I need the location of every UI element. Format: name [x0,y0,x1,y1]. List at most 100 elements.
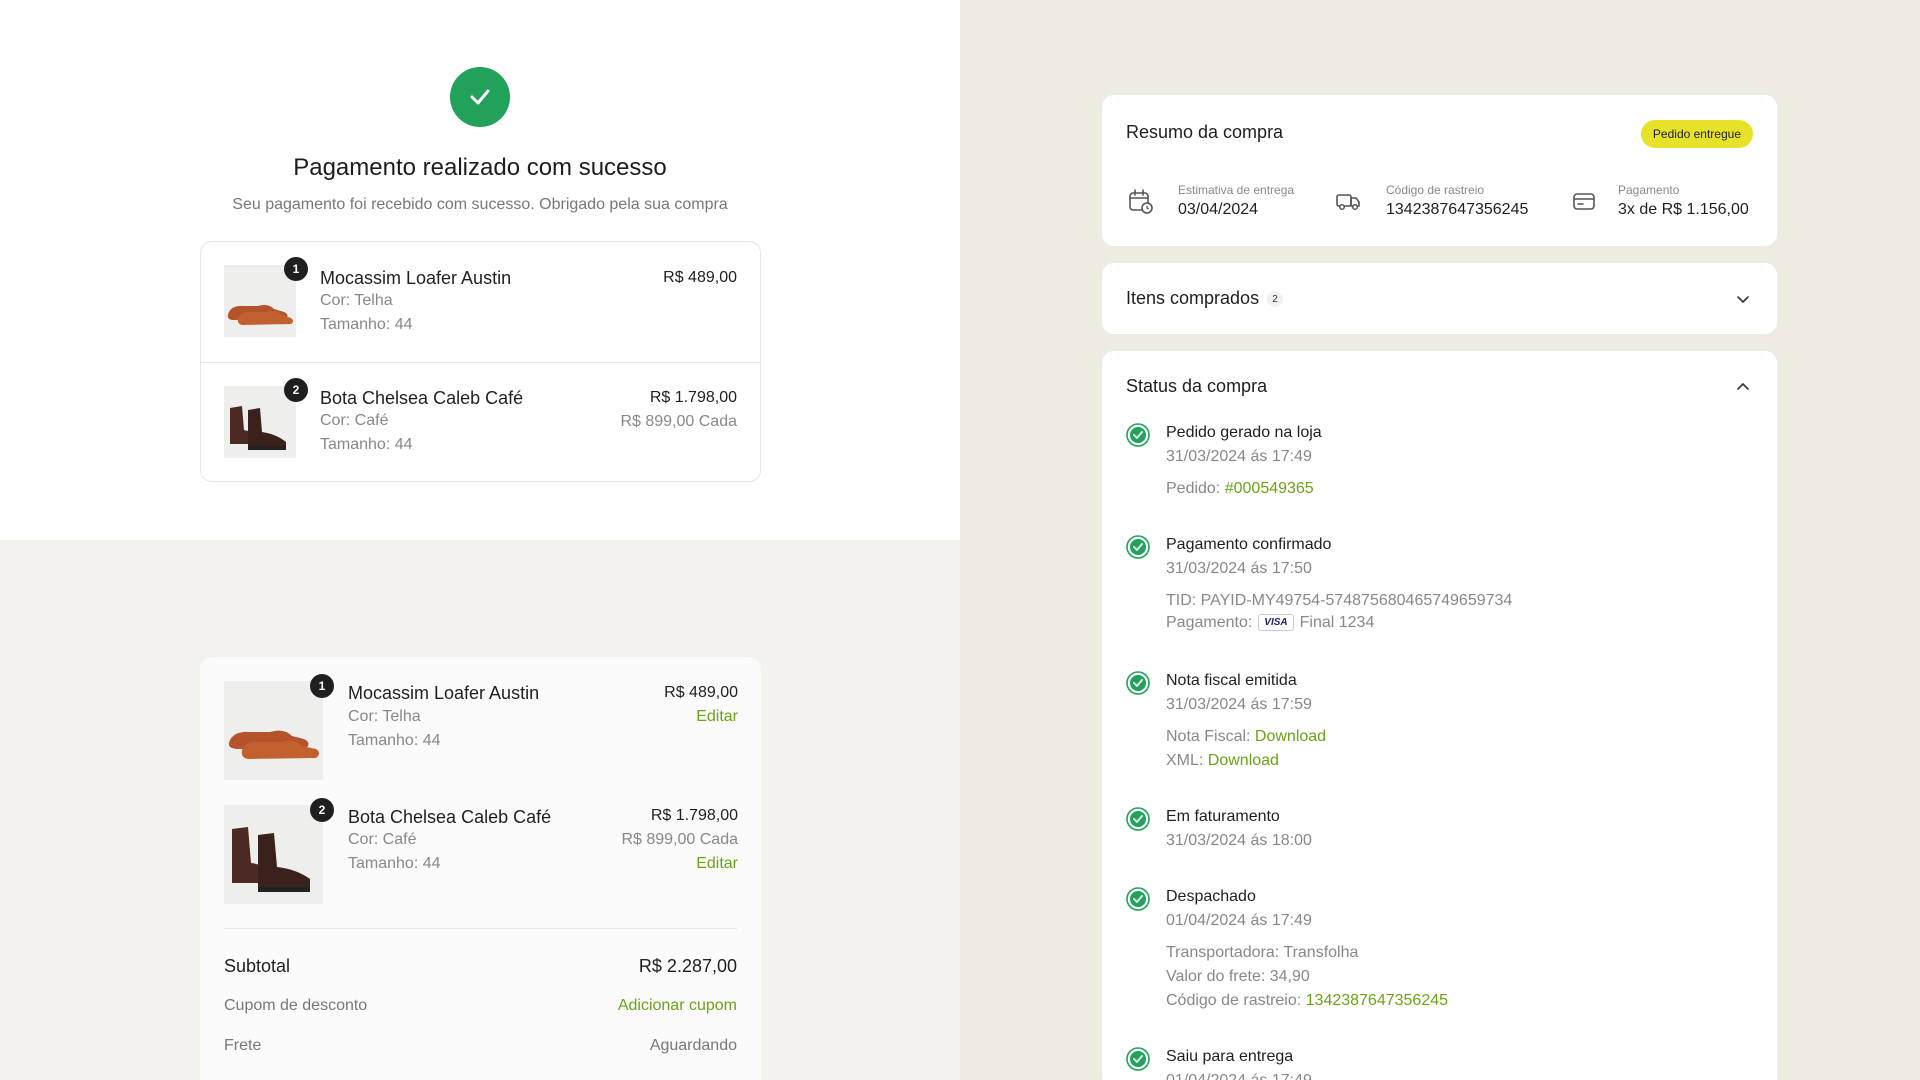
status-panel-title: Status da compra [1126,376,1268,396]
coupon-label: Cupom de desconto [224,997,368,1014]
items-panel-title: Itens comprados 2 [1126,288,1284,309]
quantity-badge: 1 [284,257,308,281]
subtotal-value: R$ 2.287,00 [638,956,737,976]
xml-line: XML: Download [1166,752,1279,770]
tracking-line-label: Código de rastreio: [1166,992,1302,1009]
product-color: Cor: Telha [348,708,421,725]
step-title: Nota fiscal emitida [1166,672,1297,689]
step-date: 01/04/2024 ás 17:49 [1166,912,1312,929]
step-title: Saiu para entrega [1166,1048,1294,1065]
product-size: Tamanho: 44 [348,732,441,749]
confirmation-section: Pagamento realizado com sucesso Seu paga… [0,0,960,540]
step-check-icon [1126,423,1150,447]
shipping-label: Frete [224,1037,262,1054]
purchase-summary-card: Resumo da compra Pedido entregue Estimat… [1102,95,1777,246]
chevron-down-icon[interactable] [1735,291,1751,307]
product-color: Cor: Telha [320,292,393,309]
add-coupon-button[interactable]: Adicionar cupom [618,997,737,1015]
truck-icon [1336,194,1360,211]
product-name: Bota Chelsea Caleb Café [348,807,552,827]
product-color: Cor: Café [320,412,389,429]
visa-icon: VISA [1258,614,1294,632]
order-number-label: Pedido: [1166,480,1221,497]
quantity-badge: 2 [284,378,308,402]
purchased-items-accordion[interactable]: Itens comprados 2 [1102,263,1777,334]
summary-title: Resumo da compra [1126,122,1284,142]
success-subtitle: Seu pagamento foi recebido com sucesso. … [232,196,728,213]
product-size: Tamanho: 44 [320,436,413,453]
payment-info: Pagamento 3x de R$ 1.156,00 [1570,183,1760,223]
step-title: Pagamento confirmado [1166,536,1332,553]
product-size: Tamanho: 44 [348,855,441,872]
step-title: Em faturamento [1166,808,1280,825]
payment-method-label: Pagamento: [1166,614,1253,631]
quantity-badge: 1 [310,674,334,698]
items-panel-label: Itens comprados [1126,288,1260,308]
step-check-icon [1126,535,1150,559]
step-date: 31/03/2024 ás 18:00 [1166,832,1312,849]
tracking-link[interactable]: 1342387647356245 [1306,992,1448,1009]
product-unit-price: R$ 899,00 Cada [620,413,737,430]
status-badge: Pedido entregue [1640,120,1753,148]
order-item: 1 Mocassim Loafer Austin Cor: Telha Tama… [201,242,760,362]
invoice-download-link[interactable]: Download [1255,728,1326,745]
divider [224,928,737,929]
payment-label: Pagamento [1618,183,1680,197]
invoice-line: Nota Fiscal: Download [1166,728,1326,746]
items-count-badge: 2 [1267,291,1284,308]
cart-card: 1 Mocassim Loafer Austin Cor: Telha Tama… [200,657,761,1080]
card-end: Final 1234 [1299,614,1375,631]
step-check-icon [1126,671,1150,695]
edit-item-button[interactable]: Editar [696,855,738,873]
tracking-value: 1342387647356245 [1386,201,1529,218]
payment-value: 3x de R$ 1.156,00 [1618,201,1749,218]
freight-line: Valor do frete: 34,90 [1166,968,1310,985]
order-number-line: Pedido: #000549365 [1166,480,1314,498]
step-date: 01/04/2024 ás 17:49 [1166,1072,1312,1080]
product-color: Cor: Café [348,831,417,848]
product-unit-price: R$ 899,00 Cada [621,831,738,848]
tracking-label: Código de rastreio [1386,183,1485,197]
quantity-badge: 2 [310,798,334,822]
loafer-thumbnail: 1 [224,674,334,780]
chevron-up-icon[interactable] [1735,379,1751,395]
transaction-id: TID: PAYID-MY49754-574875680465749659734 [1166,592,1513,609]
product-price: R$ 489,00 [664,684,738,701]
purchase-status-accordion: Status da compra Pedido gerado na loja 3… [1102,351,1777,1080]
success-title: Pagamento realizado com sucesso [293,154,667,181]
delivery-estimate: Estimativa de entrega 03/04/2024 [1126,183,1326,223]
invoice-label: Nota Fiscal: [1166,728,1251,745]
order-number-link[interactable]: #000549365 [1225,480,1314,497]
step-check-icon [1126,1047,1150,1071]
boot-thumbnail: 2 [224,798,334,904]
delivery-value: 03/04/2024 [1178,201,1259,218]
card-icon [1573,193,1595,210]
product-price: R$ 1.798,00 [649,389,737,406]
loafer-thumbnail: 1 [224,257,308,337]
step-title: Pedido gerado na loja [1166,424,1322,441]
product-size: Tamanho: 44 [320,316,413,333]
step-check-icon [1126,887,1150,911]
product-name: Mocassim Loafer Austin [348,683,540,703]
delivery-label: Estimativa de entrega [1178,183,1295,197]
tracking-code: Código de rastreio 1342387647356245 [1334,183,1554,223]
product-price: R$ 489,00 [663,269,737,286]
xml-download-link[interactable]: Download [1208,752,1279,769]
xml-label: XML: [1166,752,1204,769]
product-price: R$ 1.798,00 [650,807,738,824]
subtotal-label: Subtotal [224,956,291,976]
step-date: 31/03/2024 ás 17:59 [1166,696,1312,713]
step-date: 31/03/2024 ás 17:50 [1166,560,1312,577]
tracking-line: Código de rastreio: 1342387647356245 [1166,992,1448,1010]
boot-thumbnail: 2 [224,378,308,458]
edit-item-button[interactable]: Editar [696,708,738,726]
step-date: 31/03/2024 ás 17:49 [1166,448,1312,465]
product-name: Bota Chelsea Caleb Café [320,388,524,408]
carrier-line: Transportadora: Transfolha [1166,944,1359,961]
shipping-value: Aguardando [649,1037,737,1054]
product-name: Mocassim Loafer Austin [320,268,512,288]
step-check-icon [1126,807,1150,831]
success-check-icon [450,67,510,127]
order-items-card: 1 Mocassim Loafer Austin Cor: Telha Tama… [200,241,761,482]
payment-method-line: Pagamento: VISA Final 1234 [1166,614,1374,632]
